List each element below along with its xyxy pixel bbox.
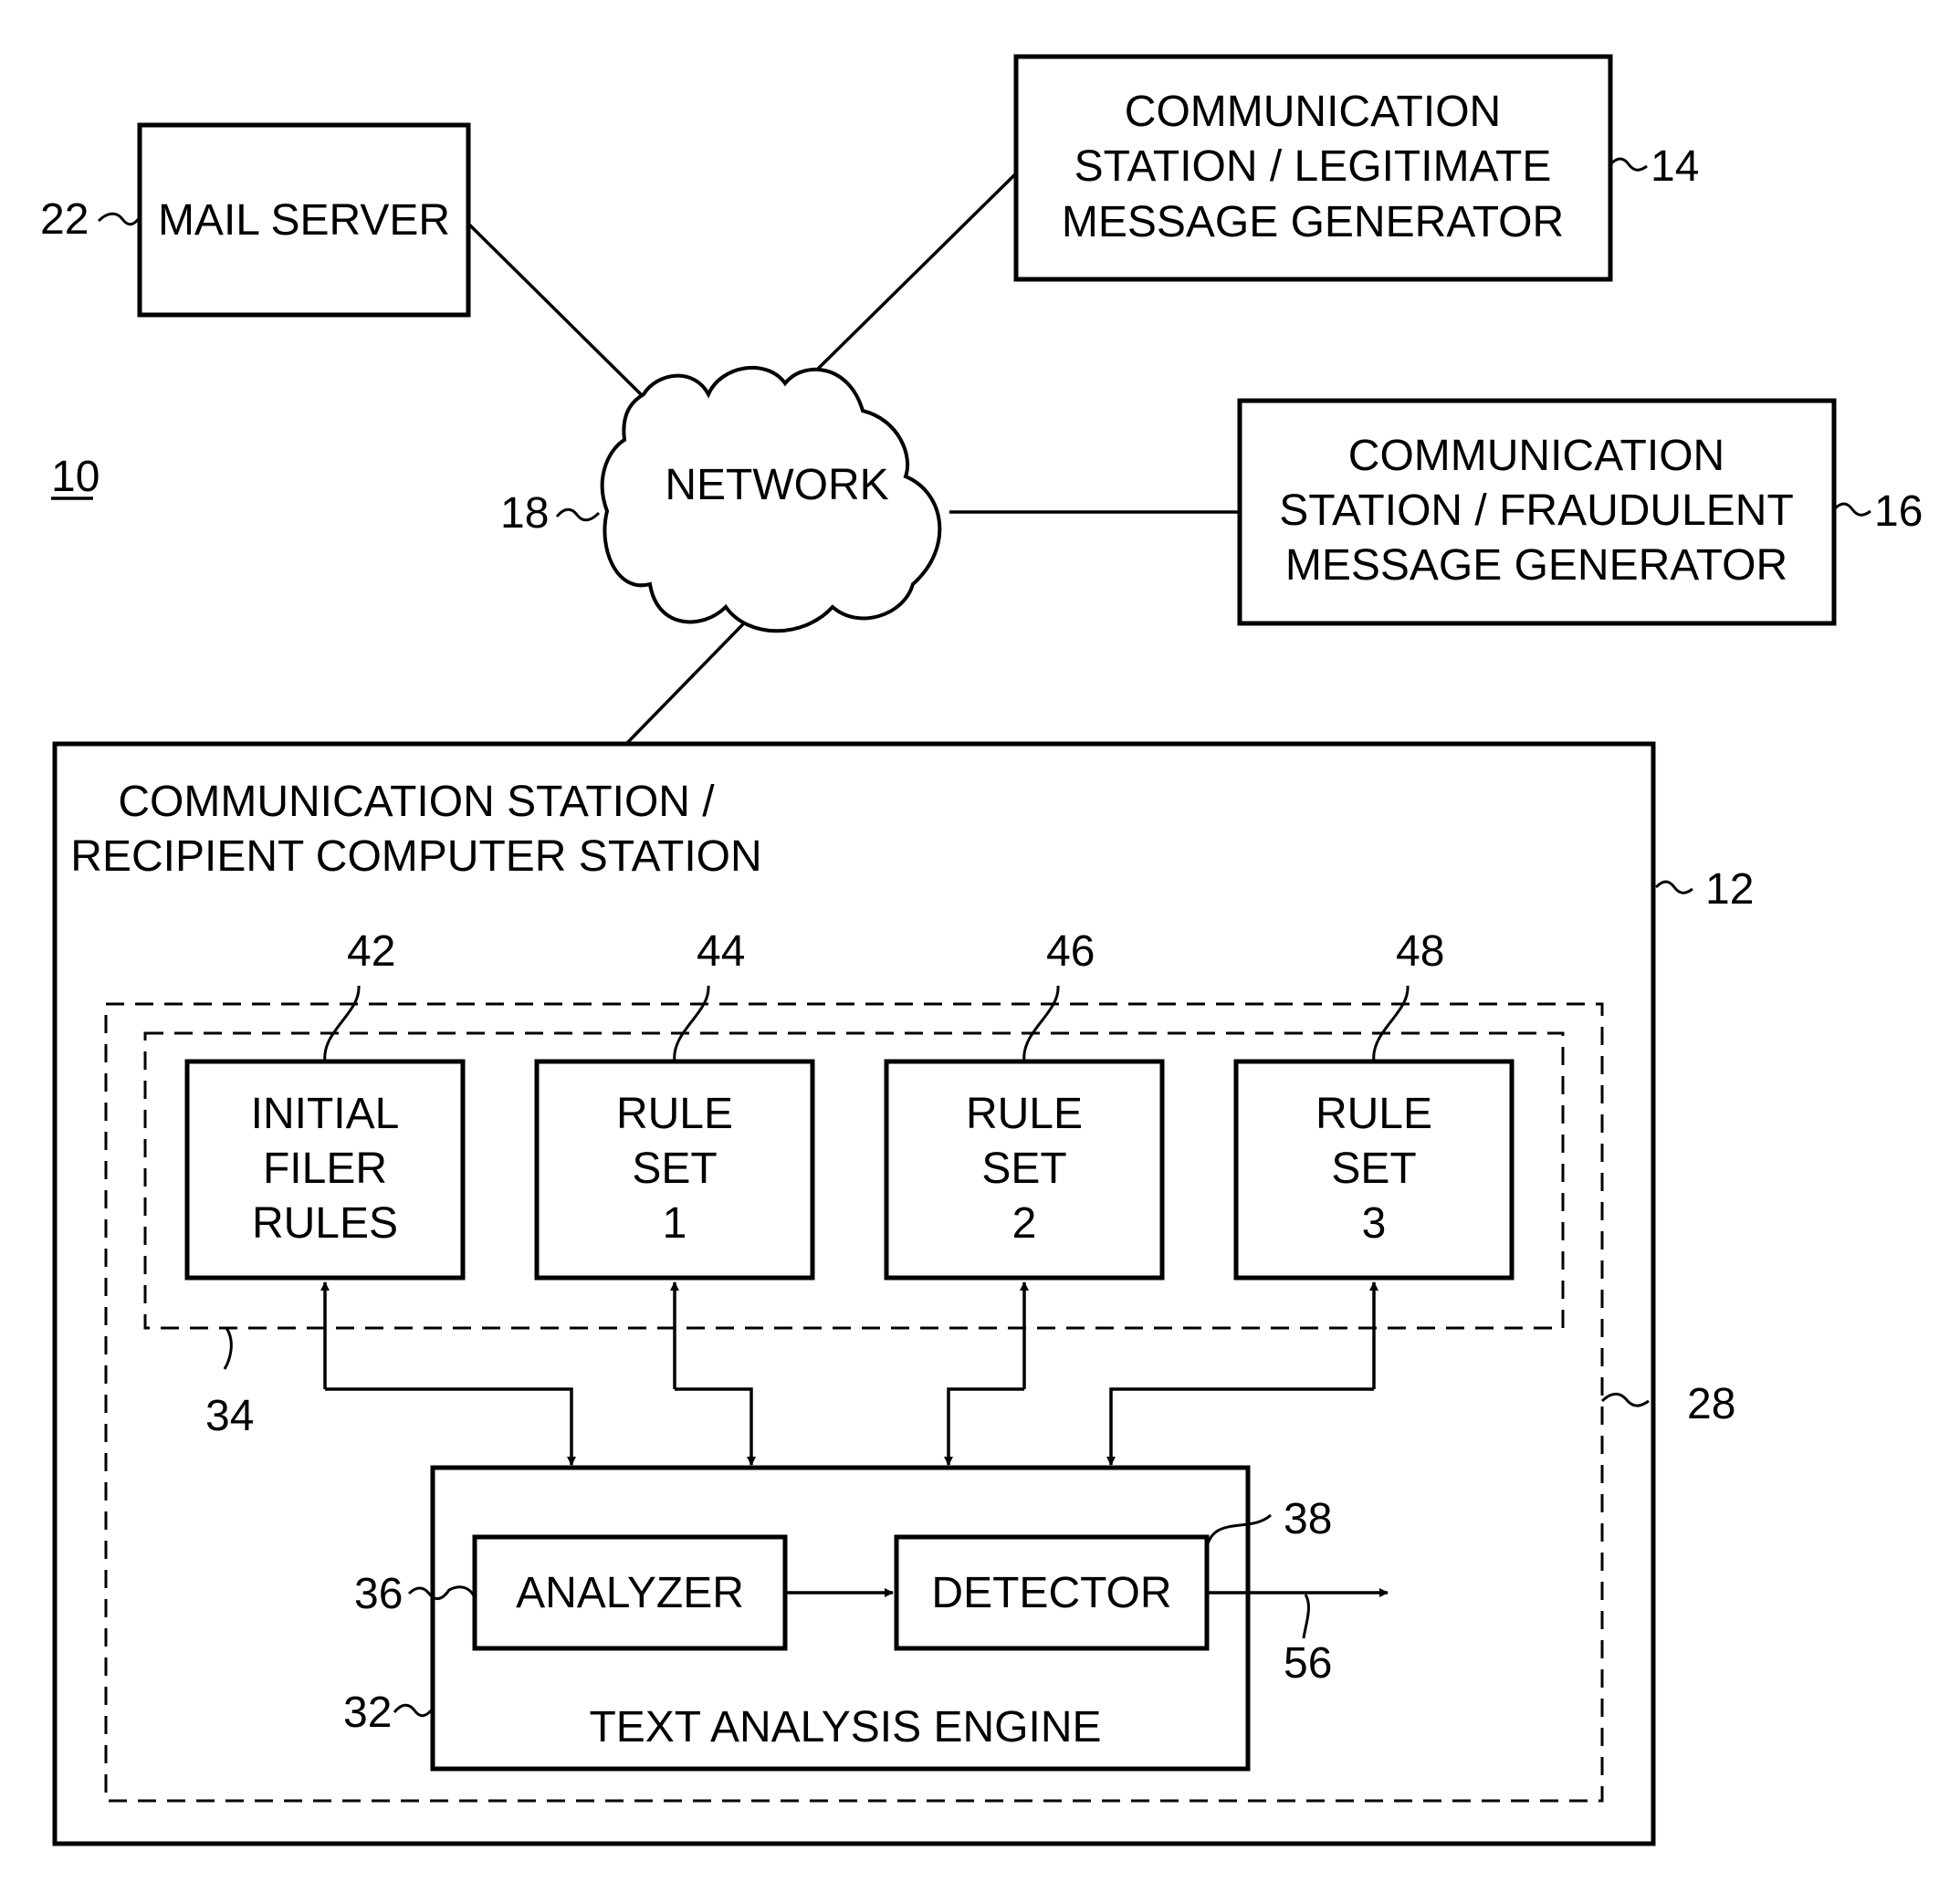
detector-label: DETECTOR [931, 1569, 1171, 1617]
ref-42: 42 [347, 927, 395, 976]
ref-leader-18 [555, 507, 601, 522]
rule-set-3-label-line-2: SET [1331, 1145, 1416, 1193]
ref-46: 46 [1046, 927, 1095, 976]
link-legit-station-network [815, 172, 1018, 371]
rule-set-2-label-line-1: RULE [966, 1090, 1083, 1138]
ref-leader-16 [1832, 502, 1871, 517]
patent-diagram: 10 MAIL SERVER 22 COMMUNICATION STATION … [40, 54, 1923, 1846]
rule-set-1-label-line-1: RULE [616, 1090, 733, 1138]
figure-number: 10 [51, 453, 100, 501]
figure-ref: 10 [51, 453, 100, 501]
initial-rules-label-line-2: FILER [263, 1145, 387, 1193]
ref-16: 16 [1874, 487, 1923, 536]
ref-34: 34 [205, 1392, 254, 1440]
rule-set-1-label-line-2: SET [632, 1145, 717, 1193]
network-label: NETWORK [665, 461, 888, 509]
legit-station-label-line-3: MESSAGE GENERATOR [1062, 198, 1564, 246]
ref-38: 38 [1284, 1495, 1332, 1543]
ref-18: 18 [500, 489, 549, 538]
fraud-station-node: COMMUNICATION STATION / FRAUDULENT MESSA… [1237, 398, 1923, 626]
ref-56: 56 [1284, 1639, 1332, 1688]
ref-12: 12 [1705, 865, 1754, 914]
ref-14: 14 [1651, 142, 1699, 191]
link-mail-server-network [466, 222, 645, 399]
mail-server-node: MAIL SERVER 22 [40, 122, 471, 318]
fraud-station-label-line-1: COMMUNICATION [1348, 432, 1724, 480]
fraud-station-label-line-3: MESSAGE GENERATOR [1285, 541, 1787, 590]
legit-station-label-line-2: STATION / LEGITIMATE [1074, 142, 1552, 191]
recipient-station-label-line-2: RECIPIENT COMPUTER STATION [70, 832, 761, 881]
rule-set-3-label-line-3: 3 [1362, 1199, 1387, 1248]
legit-station-node: COMMUNICATION STATION / LEGITIMATE MESSA… [1013, 54, 1699, 282]
ref-36: 36 [354, 1570, 403, 1618]
analyzer-label: ANALYZER [516, 1569, 744, 1617]
rule-set-2-label-line-3: 2 [1012, 1199, 1037, 1248]
legit-station-label-line-1: COMMUNICATION [1125, 88, 1501, 136]
initial-rules-label-line-3: RULES [252, 1199, 398, 1248]
mail-server-label: MAIL SERVER [158, 196, 450, 245]
rule-set-1-label-line-3: 1 [663, 1199, 687, 1248]
ref-32: 32 [343, 1689, 392, 1737]
initial-rules-label-line-1: INITIAL [251, 1090, 400, 1138]
ref-28: 28 [1687, 1380, 1735, 1428]
rule-set-2-label-line-2: SET [981, 1145, 1066, 1193]
network-node: NETWORK 18 [500, 366, 942, 633]
ref-leader-12 [1654, 880, 1693, 894]
ref-48: 48 [1396, 927, 1444, 976]
ref-22: 22 [40, 195, 89, 244]
text-engine-label: TEXT ANALYSIS ENGINE [589, 1703, 1101, 1751]
ref-leader-22 [97, 212, 141, 226]
rule-set-3-label-line-1: RULE [1315, 1090, 1432, 1138]
recipient-station-label-line-1: COMMUNICATION STATION / [118, 778, 715, 826]
ref-44: 44 [697, 927, 745, 976]
ref-leader-14 [1609, 157, 1648, 172]
fraud-station-label-line-2: STATION / FRAUDULENT [1279, 486, 1794, 535]
